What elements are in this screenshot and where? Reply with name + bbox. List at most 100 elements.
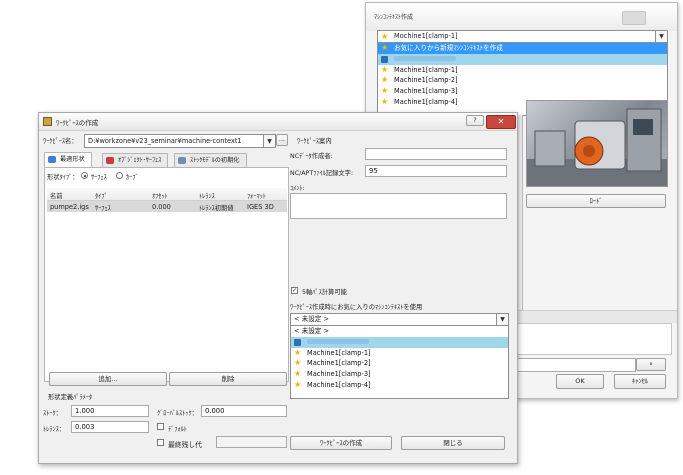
comment-label: ｺﾒﾝﾄ: bbox=[290, 185, 305, 192]
global-stock-label: ｸﾞﾛｰﾊﾞﾙｽﾄｯｸ： bbox=[157, 410, 198, 417]
dropdown-item[interactable]: ★ Machine1[clamp-4] bbox=[291, 380, 508, 391]
star-icon: ★ bbox=[381, 75, 389, 85]
chevron-down-icon[interactable]: ▼ bbox=[263, 135, 275, 147]
create-workpiece-dialog: ﾜｰｸﾋﾟｰｽの作成 ? ✕ ﾜｰｸﾋﾟｰｽ名： D:¥workzone¥v23… bbox=[38, 112, 518, 464]
star-icon: ★ bbox=[294, 347, 302, 357]
help-button[interactable]: ? bbox=[466, 115, 484, 126]
default-checkbox[interactable] bbox=[157, 423, 164, 430]
table-header: 名前 ﾀｲﾌﾟ ｵﾌｾｯﾄ ﾄﾚﾗﾝｽ ﾌｫｰﾏｯﾄ bbox=[47, 188, 287, 201]
dropdown-item-label: Machine1[clamp-1] bbox=[394, 65, 458, 74]
tab-bar: 最適形状 ｵﾌﾞｼﾞｪｸﾄ･ｻｰﾌｪｽ ｽﾄｯｸﾓﾃﾞﾙの初期化 bbox=[44, 152, 289, 167]
tab-label: ｵﾌﾞｼﾞｪｸﾄ･ｻｰﾌｪｽ bbox=[118, 157, 162, 164]
min-remain-checkbox[interactable] bbox=[157, 439, 164, 446]
machine-preview-image bbox=[526, 100, 668, 187]
cell-tolerance: ﾄﾚﾗﾝｽ初期値 bbox=[199, 205, 234, 212]
tolerance-input[interactable]: 0.003 bbox=[71, 421, 149, 433]
radio-surface-label: ｻｰﾌｪｽ bbox=[91, 174, 107, 181]
favorite-context-value: < 未設定 > bbox=[294, 315, 330, 323]
tab-object-surface[interactable]: ｵﾌﾞｼﾞｪｸﾄ･ｻｰﾌｪｽ bbox=[102, 153, 169, 167]
radio-curve[interactable] bbox=[116, 172, 123, 179]
dropdown-item-label: Machine1[clamp-3] bbox=[307, 370, 371, 379]
dropdown-item[interactable]: ★ Machine1[clamp-2] bbox=[378, 75, 667, 86]
dropdown-item[interactable]: ★ お気に入りから新規ﾏｼﾝｺﾝﾃｷｽﾄを作成 bbox=[378, 43, 667, 54]
cell-name: pumpe2.igs bbox=[50, 203, 89, 211]
chevron-down-icon[interactable]: ▼ bbox=[496, 314, 508, 325]
col-name[interactable]: 名前 bbox=[50, 191, 63, 200]
machine-context-combo-value: Mochine1[clamp-1] bbox=[394, 32, 458, 40]
col-format[interactable]: ﾌｫｰﾏｯﾄ bbox=[247, 191, 266, 200]
workpiece-name-combo[interactable]: D:¥workzone¥v23_seminar¥machine-context1… bbox=[84, 134, 276, 148]
machine-context-close-button[interactable] bbox=[622, 11, 646, 25]
cell-format: IGES 3D bbox=[247, 203, 274, 211]
ok-button[interactable]: OK bbox=[556, 374, 604, 389]
dropdown-item[interactable]: ★ Machine1[clamp-3] bbox=[291, 369, 508, 380]
dropdown-item-label: Machine1[clamp-2] bbox=[394, 76, 458, 85]
table-row[interactable]: pumpe2.igs ｻｰﾌｪｽ 0.000 ﾄﾚﾗﾝｽ初期値 IGES 3D bbox=[47, 201, 287, 212]
create-workpiece-button[interactable]: ﾜｰｸﾋﾟｰｽの作成 bbox=[290, 436, 392, 450]
star-icon: ★ bbox=[294, 369, 302, 379]
star-icon: ★ bbox=[381, 43, 389, 52]
load-button[interactable]: ﾛｰﾄﾞ bbox=[526, 194, 666, 208]
default-checkbox-label: ﾃﾞﾌｫﾙﾄ bbox=[168, 426, 187, 433]
machine-context-title: ﾏｼﾝｺﾝﾃｷｽﾄ作成 bbox=[374, 14, 414, 21]
cancel-button[interactable]: ｷｬﾝｾﾙ bbox=[614, 374, 666, 389]
global-stock-input[interactable]: 0.000 bbox=[201, 405, 287, 417]
delete-button[interactable]: 削除 bbox=[169, 372, 287, 386]
dropdown-item-label: Machine1[clamp-4] bbox=[307, 380, 371, 389]
dropdown-item-label: Machine1[clamp-2] bbox=[307, 359, 371, 368]
five-axis-label: 5軸ﾊﾟｽ計算可能 bbox=[302, 289, 347, 296]
dropdown-item-label: Machine1[clamp-4] bbox=[394, 97, 458, 106]
star-icon: ★ bbox=[294, 358, 302, 368]
dropdown-item[interactable]: ★ Machine1[clamp-3] bbox=[378, 86, 667, 97]
tab-label: 最適形状 bbox=[60, 156, 85, 163]
cell-offset: 0.000 bbox=[152, 203, 171, 211]
redacted-text bbox=[307, 339, 369, 345]
workpiece-name-value: D:¥workzone¥v23_seminar¥machine-context1 bbox=[88, 137, 242, 145]
browse-button[interactable]: ... bbox=[276, 134, 288, 146]
nc-author-input[interactable] bbox=[365, 148, 507, 160]
dropdown-item-label: < 未設定 > bbox=[294, 327, 330, 335]
dropdown-item[interactable]: ★ Machine1[clamp-2] bbox=[291, 358, 508, 369]
tolerance-label: ﾄﾚﾗﾝｽ： bbox=[43, 426, 66, 433]
cell-type: ｻｰﾌｪｽ bbox=[95, 205, 111, 212]
dropdown-item[interactable]: < 未設定 > bbox=[291, 326, 508, 337]
favorite-context-label: ﾜｰｸﾋﾟｰｽ作成時にお気に入りのﾏｼﾝｺﾝﾃｷｽﾄを使用 bbox=[290, 304, 423, 311]
five-axis-checkbox[interactable]: ✓ bbox=[291, 287, 298, 294]
dropdown-item-label: Machine1[clamp-1] bbox=[307, 348, 371, 357]
star-icon: ★ bbox=[381, 96, 389, 106]
close-button[interactable]: 閉じる bbox=[401, 436, 505, 450]
document-icon bbox=[294, 338, 301, 346]
add-button[interactable]: 追加... bbox=[49, 372, 167, 386]
tab-stock-model-init[interactable]: ｽﾄｯｸﾓﾃﾞﾙの初期化 bbox=[174, 153, 247, 167]
star-icon: ★ bbox=[381, 86, 389, 96]
radio-curve-label: ｶｰﾌﾞ bbox=[126, 174, 139, 181]
favorite-context-dropdown-list: < 未設定 > ★ Machine1[clamp-1] ★ Machine1[clamp… bbox=[290, 325, 509, 399]
machine-illustration bbox=[527, 108, 667, 186]
comment-textarea[interactable] bbox=[290, 193, 507, 219]
dropdown-item[interactable] bbox=[378, 53, 667, 65]
shape-type-label: 形状ﾀｲﾌﾟ： bbox=[47, 174, 79, 181]
stock-label: ｽﾄｰｸ： bbox=[43, 410, 62, 417]
tab-label: ｽﾄｯｸﾓﾃﾞﾙの初期化 bbox=[190, 157, 240, 164]
dropdown-item-label: Machine1[clamp-3] bbox=[394, 87, 458, 96]
nc-apt-input[interactable]: 95 bbox=[365, 165, 507, 177]
stock-icon bbox=[178, 157, 186, 164]
star-icon: ★ bbox=[381, 64, 389, 74]
dropdown-item[interactable]: ★ Machine1[clamp-1] bbox=[378, 65, 667, 76]
dropdown-item[interactable] bbox=[291, 336, 508, 348]
col-type[interactable]: ﾀｲﾌﾟ bbox=[95, 191, 108, 200]
close-icon[interactable]: ✕ bbox=[486, 115, 516, 129]
nc-apt-label: NC/APTﾌｧｲﾙ記録文字: bbox=[290, 170, 354, 177]
browse-icon-button[interactable]: ⚬ bbox=[636, 358, 666, 371]
stock-input[interactable]: 1.000 bbox=[71, 405, 149, 417]
nc-author-label: NCﾃﾞｰﾀ作成者: bbox=[290, 153, 333, 160]
radio-surface[interactable] bbox=[81, 172, 88, 179]
min-remain-input[interactable] bbox=[216, 436, 287, 448]
col-tolerance[interactable]: ﾄﾚﾗﾝｽ bbox=[199, 191, 215, 200]
redacted-text bbox=[394, 56, 456, 62]
chevron-down-icon[interactable]: ▼ bbox=[655, 31, 667, 42]
star-icon: ★ bbox=[381, 32, 389, 41]
tab-optimal-shape[interactable]: 最適形状 bbox=[44, 152, 92, 167]
col-offset[interactable]: ｵﾌｾｯﾄ bbox=[152, 191, 168, 200]
dropdown-item[interactable]: ★ Machine1[clamp-1] bbox=[291, 348, 508, 359]
